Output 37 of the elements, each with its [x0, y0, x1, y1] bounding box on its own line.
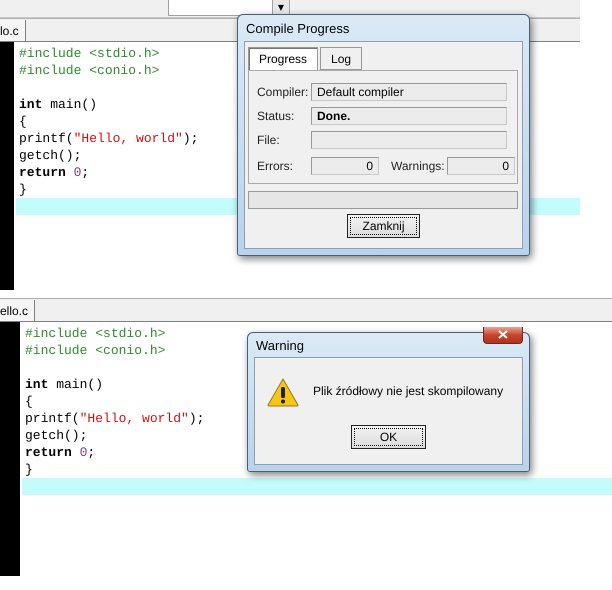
field-label: Status:	[257, 109, 296, 123]
dialog-tab[interactable]: Progress	[248, 47, 318, 70]
code-line: int main()	[19, 96, 98, 113]
code-line: printf("Hello, world");	[19, 130, 198, 147]
close-button[interactable]: Zamknij	[347, 214, 420, 238]
field-label: Warnings:	[391, 159, 443, 173]
code-line: getch();	[19, 147, 82, 164]
status-field: Done.	[311, 107, 507, 125]
code-line: return 0;	[19, 164, 90, 181]
code-line: {	[25, 393, 33, 410]
code-line: int main()	[25, 376, 104, 393]
combo-box[interactable]: ▼	[168, 0, 290, 16]
warning-message: Plik źródłowy nie jest skompilowany	[313, 383, 504, 398]
code-line: #include <conio.h>	[25, 342, 166, 359]
field-label: Compiler:	[257, 85, 307, 99]
code-line: }	[19, 181, 27, 198]
code-line: #include <stdio.h>	[25, 325, 166, 342]
window-title: Warning	[255, 338, 304, 352]
warning-icon	[267, 378, 299, 407]
field-label: File:	[257, 133, 281, 147]
code-line: printf("Hello, world");	[25, 410, 204, 427]
code-line: #include <conio.h>	[19, 62, 160, 79]
dialog-tab[interactable]: Log	[320, 47, 362, 70]
file-tab[interactable]: lo.c	[0, 20, 26, 41]
field-label: Errors:	[257, 159, 294, 173]
file-tab[interactable]: ello.c	[0, 300, 36, 321]
errors-field: 0	[311, 157, 379, 175]
close-icon[interactable]	[483, 327, 523, 344]
warnings-field: 0	[447, 157, 515, 175]
code-line: #include <stdio.h>	[19, 45, 160, 62]
code-line: return 0;	[25, 444, 96, 461]
compiler-field: Default compiler	[311, 83, 507, 101]
code-line: getch();	[25, 427, 88, 444]
ok-button[interactable]: OK	[351, 425, 426, 449]
window-title: Compile Progress	[245, 20, 350, 36]
code-line: {	[19, 113, 27, 130]
code-line: }	[25, 461, 33, 478]
